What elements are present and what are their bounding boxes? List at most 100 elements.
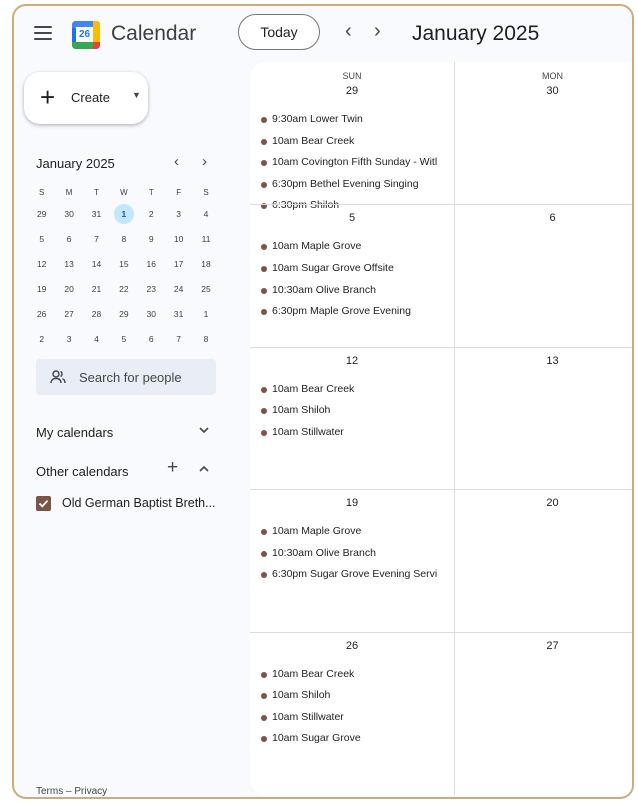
mini-day[interactable]: 2 — [28, 327, 55, 352]
calendar-checkbox[interactable] — [36, 496, 51, 511]
add-other-calendar-icon[interactable]: + — [167, 458, 178, 477]
my-calendars-toggle[interactable]: My calendars — [36, 425, 113, 440]
event-chip[interactable]: 6:30pm Maple Grove Evening — [258, 302, 450, 322]
mini-day[interactable]: 1 — [192, 302, 219, 327]
day-cell-sunday[interactable]: 26 10am Bear Creek 10am Shiloh 10am Stillwa… — [250, 632, 454, 774]
day-number[interactable]: 20 — [455, 497, 632, 509]
day-number[interactable]: 5 — [250, 212, 454, 224]
mini-day[interactable]: 23 — [138, 277, 165, 302]
event-chip[interactable]: 10am Maple Grove — [258, 522, 450, 542]
event-time: 10am — [272, 689, 299, 702]
privacy-link[interactable]: Privacy — [74, 786, 107, 797]
mini-day[interactable]: 11 — [192, 227, 219, 252]
event-chip[interactable]: 10am Shiloh — [258, 686, 450, 706]
mini-day[interactable]: 30 — [138, 302, 165, 327]
next-period-button[interactable]: › — [374, 20, 381, 42]
mini-day-today[interactable]: 1 — [110, 202, 137, 227]
day-cell-sunday[interactable]: 5 10am Maple Grove 10am Sugar Grove Offsit… — [250, 204, 454, 346]
main-menu-icon[interactable] — [34, 26, 52, 40]
day-cell-sunday[interactable]: 19 10am Maple Grove 10:30am Olive Branch 6:… — [250, 489, 454, 631]
day-number[interactable]: 29 — [250, 85, 454, 97]
event-chip[interactable]: 10am Bear Creek — [258, 665, 450, 685]
mini-day[interactable]: 20 — [55, 277, 82, 302]
mini-day[interactable]: 21 — [83, 277, 110, 302]
mini-day[interactable]: 14 — [83, 252, 110, 277]
event-chip[interactable]: 6:30pm Bethel Evening Singing — [258, 175, 450, 195]
mini-day[interactable]: 17 — [165, 252, 192, 277]
event-chip[interactable]: 10am Bear Creek — [258, 132, 450, 152]
mini-day[interactable]: 19 — [28, 277, 55, 302]
mini-day[interactable]: 26 — [28, 302, 55, 327]
mini-day[interactable]: 8 — [192, 327, 219, 352]
mini-day[interactable]: 27 — [55, 302, 82, 327]
mini-day[interactable]: 10 — [165, 227, 192, 252]
mini-calendar-prev-button[interactable]: ‹ — [174, 153, 179, 170]
mini-day[interactable]: 24 — [165, 277, 192, 302]
event-chip[interactable]: 10am Maple Grove — [258, 237, 450, 257]
day-cell-sunday[interactable]: 12 10am Bear Creek 10am Shiloh 10am Stillwa… — [250, 347, 454, 489]
day-cell-monday[interactable]: 20 — [455, 489, 632, 631]
mini-day[interactable]: 16 — [138, 252, 165, 277]
mini-day[interactable]: 8 — [110, 227, 137, 252]
mini-calendar-next-button[interactable]: › — [202, 153, 207, 170]
mini-day[interactable]: 9 — [138, 227, 165, 252]
app-title[interactable]: Calendar — [111, 22, 196, 46]
mini-day[interactable]: 5 — [110, 327, 137, 352]
day-cell-sunday[interactable]: SUN 29 9:30am Lower Twin 10am Bear Creek 10a… — [250, 62, 454, 211]
mini-day[interactable]: 7 — [83, 227, 110, 252]
mini-day[interactable]: 29 — [28, 202, 55, 227]
day-number[interactable]: 19 — [250, 497, 454, 509]
mini-day[interactable]: 30 — [55, 202, 82, 227]
mini-day[interactable]: 6 — [55, 227, 82, 252]
mini-day[interactable]: 6 — [138, 327, 165, 352]
other-calendars-toggle[interactable]: Other calendars — [36, 464, 129, 479]
event-chip[interactable]: 9:30am Lower Twin — [258, 110, 450, 130]
day-number[interactable]: 13 — [455, 355, 632, 367]
mini-day[interactable]: 4 — [83, 327, 110, 352]
mini-day[interactable]: 2 — [138, 202, 165, 227]
today-button[interactable]: Today — [238, 14, 320, 50]
mini-day[interactable]: 31 — [165, 302, 192, 327]
mini-day[interactable]: 29 — [110, 302, 137, 327]
caret-down-icon[interactable]: ▼ — [132, 90, 141, 100]
day-cell-monday[interactable]: 6 — [455, 204, 632, 346]
day-cell-monday[interactable]: MON 30 — [455, 62, 632, 204]
mini-day[interactable]: 7 — [165, 327, 192, 352]
day-number[interactable]: 27 — [455, 640, 632, 652]
day-cell-monday[interactable]: 27 — [455, 632, 632, 774]
chevron-down-icon[interactable] — [198, 423, 210, 439]
calendar-list-item[interactable]: Old German Baptist Breth... — [36, 494, 226, 514]
mini-day[interactable]: 3 — [55, 327, 82, 352]
event-chip[interactable]: 10am Bear Creek — [258, 380, 450, 400]
mini-day[interactable]: 28 — [83, 302, 110, 327]
mini-day[interactable]: 5 — [28, 227, 55, 252]
mini-day[interactable]: 25 — [192, 277, 219, 302]
create-button[interactable]: + Create ▼ — [24, 72, 148, 124]
mini-day[interactable]: 22 — [110, 277, 137, 302]
event-chip[interactable]: 10am Shiloh — [258, 401, 450, 421]
day-cell-monday[interactable]: 13 — [455, 347, 632, 489]
mini-day[interactable]: 4 — [192, 202, 219, 227]
event-chip[interactable]: 10am Sugar Grove Offsite — [258, 259, 450, 279]
mini-day[interactable]: 12 — [28, 252, 55, 277]
day-number[interactable]: 26 — [250, 640, 454, 652]
mini-day[interactable]: 3 — [165, 202, 192, 227]
day-number[interactable]: 30 — [455, 85, 632, 97]
search-people-input[interactable]: Search for people — [36, 359, 216, 395]
day-number[interactable]: 12 — [250, 355, 454, 367]
event-chip[interactable]: 10:30am Olive Branch — [258, 544, 450, 564]
previous-period-button[interactable]: ‹ — [345, 20, 352, 42]
event-chip[interactable]: 6:30pm Sugar Grove Evening Servi — [258, 565, 450, 585]
chevron-up-icon[interactable] — [198, 462, 210, 478]
event-chip[interactable]: 10am Covington Fifth Sunday - Witl — [258, 153, 450, 173]
mini-day[interactable]: 15 — [110, 252, 137, 277]
event-chip[interactable]: 10:30am Olive Branch — [258, 281, 450, 301]
event-chip[interactable]: 10am Stillwater — [258, 423, 450, 443]
event-chip[interactable]: 10am Stillwater — [258, 708, 450, 728]
mini-day[interactable]: 18 — [192, 252, 219, 277]
terms-link[interactable]: Terms — [36, 786, 63, 797]
day-number[interactable]: 6 — [455, 212, 632, 224]
mini-day[interactable]: 31 — [83, 202, 110, 227]
event-chip[interactable]: 10am Sugar Grove — [258, 729, 450, 749]
mini-day[interactable]: 13 — [55, 252, 82, 277]
